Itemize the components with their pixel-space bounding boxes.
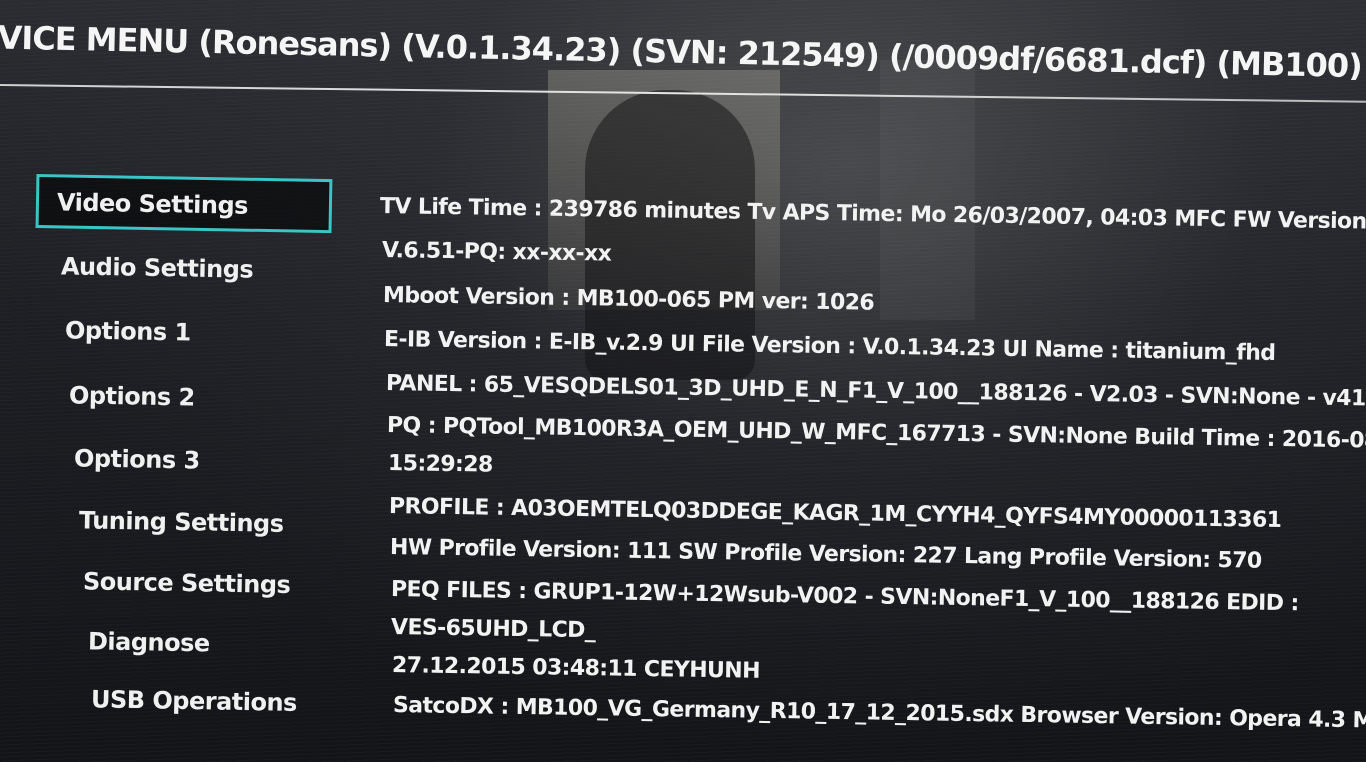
info-line-mfc-version: V.6.51-PQ: xx-xx-xx bbox=[381, 238, 612, 267]
info-line-mboot-version: Mboot Version : MB100-065 PM ver: 1026 bbox=[382, 283, 875, 316]
info-line-edid-date: 27.12.2015 03:48:11 CEYHUNH bbox=[391, 653, 761, 684]
info-line-satcodx: SatcoDX : MB100_VG_Germany_R10_17_12_201… bbox=[392, 693, 1366, 735]
menu-item-audio-settings[interactable]: Audio Settings bbox=[43, 244, 254, 292]
info-line-peq-files: PEQ FILES : GRUP1-12W+12Wsub-V002 - SVN:… bbox=[390, 577, 1299, 617]
menu-item-usb-operations[interactable]: USB Operations bbox=[73, 677, 298, 725]
info-line-build-time: 15:29:28 bbox=[387, 451, 493, 478]
info-line-eib-version: E-IB Version : E-IB_v.2.9 UI File Versio… bbox=[383, 327, 1276, 367]
menu-item-options-2[interactable]: Options 2 bbox=[51, 373, 195, 420]
info-line-profile: PROFILE : A03OEMTELQ03DDEGE_KAGR_1M_CYYH… bbox=[388, 494, 1282, 534]
menu-item-video-settings[interactable]: Video Settings bbox=[35, 174, 333, 234]
menu-item-source-settings[interactable]: Source Settings bbox=[65, 559, 291, 607]
info-line-panel: PANEL : 65_VESQDELS01_3D_UHD_E_N_F1_V_10… bbox=[385, 371, 1366, 412]
info-line-tv-life-time: TV Life Time : 239786 minutes Tv APS Tim… bbox=[379, 194, 1366, 235]
header-bar: RVICE MENU (Ronesans) (V.0.1.34.23) (SVN… bbox=[0, 8, 1366, 80]
menu-item-options-3[interactable]: Options 3 bbox=[56, 436, 200, 483]
menu-item-options-1[interactable]: Options 1 bbox=[47, 308, 191, 355]
info-line-edid: VES-65UHD_LCD_ bbox=[390, 615, 596, 644]
background-reflection-door bbox=[880, 60, 975, 320]
menu-item-tuning-settings[interactable]: Tuning Settings bbox=[61, 498, 284, 546]
menu-item-diagnose[interactable]: Diagnose bbox=[70, 619, 210, 665]
info-line-pq: PQ : PQTool_MB100R3A_OEM_UHD_W_MFC_16771… bbox=[386, 413, 1366, 455]
info-line-profile-versions: HW Profile Version: 111 SW Profile Versi… bbox=[389, 535, 1262, 574]
service-menu-title: RVICE MENU (Ronesans) (V.0.1.34.23) (SVN… bbox=[0, 18, 1366, 80]
tv-screen: RVICE MENU (Ronesans) (V.0.1.34.23) (SVN… bbox=[0, 0, 1366, 762]
